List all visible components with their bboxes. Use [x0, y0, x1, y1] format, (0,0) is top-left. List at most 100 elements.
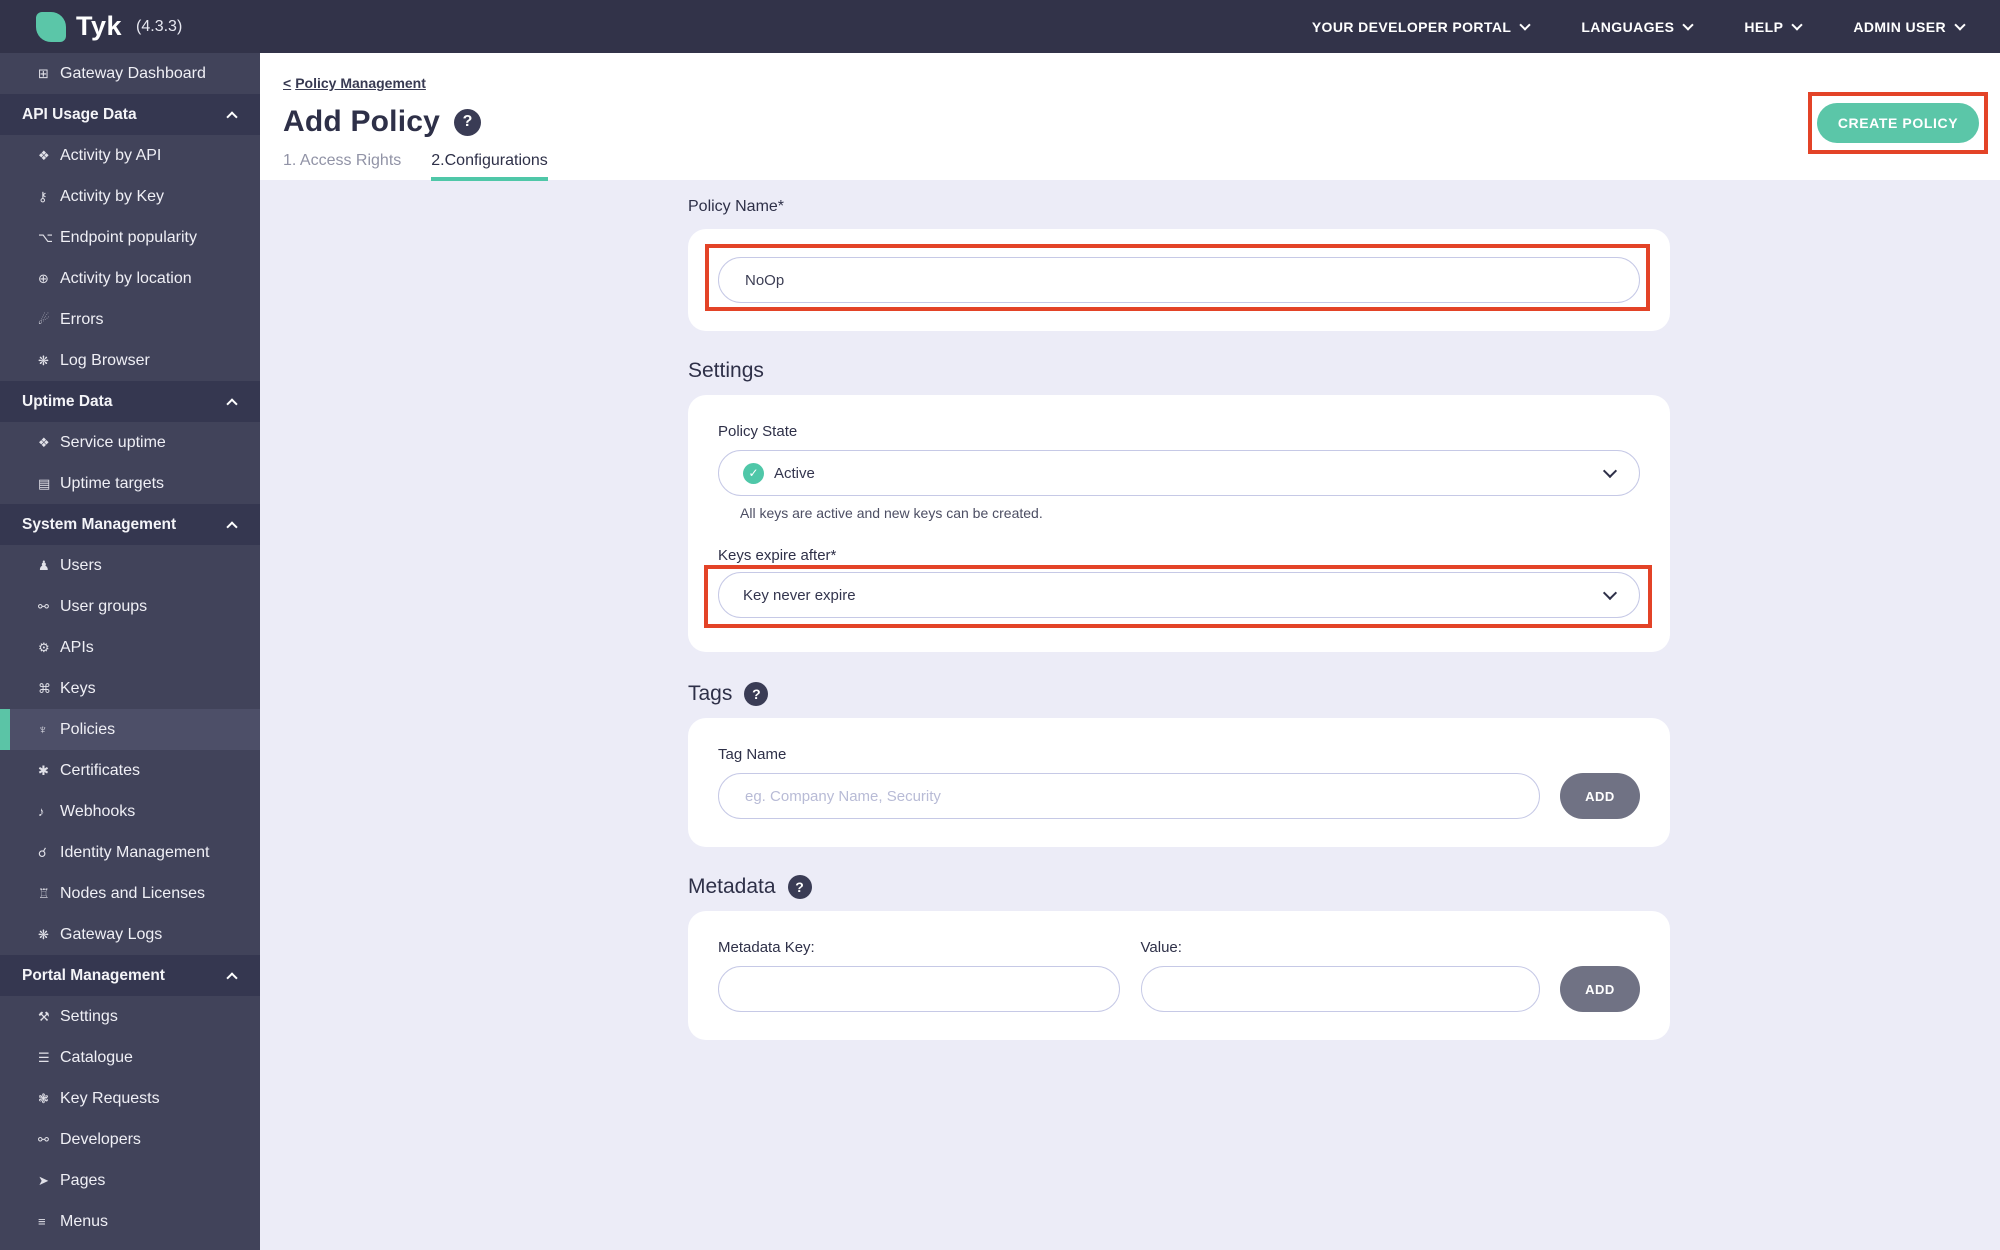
metadata-value-input[interactable]	[1140, 966, 1540, 1012]
sidebar-item-label: Catalogue	[60, 1048, 133, 1066]
sidebar-item-policies[interactable]: ♆ Policies	[0, 709, 260, 750]
sidebar-item-activity-by-api[interactable]: ❖ Activity by API	[0, 135, 260, 176]
breadcrumb[interactable]: < Policy Management	[283, 75, 426, 91]
policy-state-label: Policy State	[718, 423, 798, 440]
sidebar-item-gateway-logs[interactable]: ❋ Gateway Logs	[0, 914, 260, 955]
metadata-key-input[interactable]	[718, 966, 1120, 1012]
chevron-up-icon	[226, 520, 238, 533]
branch-icon: ⌥	[38, 229, 53, 245]
sidebar-item-nodes-and-licenses[interactable]: ♖ Nodes and Licenses	[0, 873, 260, 914]
sidebar-item-label: Activity by location	[60, 269, 192, 287]
sidebar-item-key-requests[interactable]: ❃ Key Requests	[0, 1078, 260, 1119]
sidebar-item-label: Key Requests	[60, 1089, 160, 1107]
create-policy-button[interactable]: CREATE POLICY	[1817, 103, 1979, 143]
keys-expire-select[interactable]: Key never expire	[718, 572, 1640, 618]
settings-heading: Settings	[688, 359, 764, 382]
chevron-down-icon	[1602, 463, 1618, 478]
tyk-logo-icon	[36, 11, 66, 42]
tags-help-icon[interactable]: ?	[744, 682, 769, 706]
back-chevron-icon: <	[283, 75, 292, 91]
key-icon: ⚷	[38, 188, 48, 204]
pages-icon: ➤	[38, 1172, 49, 1188]
sidebar-item-label: Activity by Key	[60, 187, 165, 205]
sidebar-item-certificates[interactable]: ✱ Certificates	[0, 750, 260, 791]
tag-name-input[interactable]	[718, 773, 1540, 819]
top-menu-languages[interactable]: LANGUAGES	[1581, 18, 1695, 35]
keys-expire-label: Keys expire after*	[718, 547, 837, 564]
tags-heading: Tags	[688, 682, 733, 705]
metadata-heading: Metadata	[688, 875, 776, 898]
sidebar-item-label: Pages	[60, 1171, 106, 1189]
sidebar-section-api-usage-data[interactable]: API Usage Data	[0, 94, 260, 135]
sidebar-item-errors[interactable]: ☄ Errors	[0, 299, 260, 340]
top-menu-bar: YOUR DEVELOPER PORTAL LANGUAGES HELP ADMIN …	[1312, 18, 1966, 35]
sidebar-item-settings[interactable]: ⚒ Settings	[0, 996, 260, 1037]
sidebar-item-user-groups[interactable]: ⚯ User groups	[0, 586, 260, 627]
sidebar-item-label: Users	[60, 556, 102, 574]
sidebar-item-developers[interactable]: ⚯ Developers	[0, 1119, 260, 1160]
tab-bar: 1. Access Rights 2.Configurations	[283, 152, 2000, 181]
sidebar-section-uptime-data[interactable]: Uptime Data	[0, 381, 260, 422]
sitemap-icon: ⌘	[38, 680, 51, 696]
sidebar-item-label: Keys	[60, 679, 96, 697]
chevron-down-icon	[1519, 18, 1531, 31]
policy-name-label: Policy Name*	[688, 198, 785, 215]
sidebar-item-menus[interactable]: ≡ Menus	[0, 1201, 260, 1242]
cubes-icon: ❖	[38, 434, 50, 450]
sidebar-item-pages[interactable]: ➤ Pages	[0, 1160, 260, 1201]
sidebar-item-apis[interactable]: ⚙ APIs	[0, 627, 260, 668]
sidebar-item-identity-management[interactable]: ☌ Identity Management	[0, 832, 260, 873]
tab-configurations[interactable]: 2.Configurations	[431, 152, 548, 181]
menus-icon: ≡	[38, 1214, 46, 1229]
sidebar-item-label: Webhooks	[60, 802, 136, 820]
settings-card: Policy State ✓ Active All keys are activ…	[688, 395, 1670, 652]
chevron-up-icon	[226, 110, 238, 123]
sidebar-item-label: Gateway Dashboard	[60, 64, 206, 82]
sidebar-item-webhooks[interactable]: ♪ Webhooks	[0, 791, 260, 832]
sidebar-item-label: Errors	[60, 310, 104, 328]
sidebar-item-label: Log Browser	[60, 351, 150, 369]
sidebar-item-activity-by-location[interactable]: ⊕ Activity by location	[0, 258, 260, 299]
sidebar-item-keys[interactable]: ⌘ Keys	[0, 668, 260, 709]
tyk-logo[interactable]: Tyk (4.3.3)	[36, 11, 182, 42]
sidebar-item-label: Nodes and Licenses	[60, 884, 205, 902]
add-tag-button[interactable]: ADD	[1560, 773, 1640, 819]
sidebar-item-log-browser[interactable]: ❋ Log Browser	[0, 340, 260, 381]
top-menu-label: ADMIN USER	[1853, 18, 1946, 35]
metadata-value-label: Value:	[1140, 939, 1182, 956]
wrench-icon: ⚒	[38, 1008, 50, 1024]
user-icon: ♟	[38, 557, 50, 573]
sidebar-section-label: System Management	[22, 515, 177, 533]
top-menu-admin-user[interactable]: ADMIN USER	[1853, 18, 1966, 35]
sidebar-item-label: Service uptime	[60, 433, 166, 451]
sidebar-item-users[interactable]: ♟ Users	[0, 545, 260, 586]
chevron-down-icon	[1791, 18, 1803, 31]
sidebar-item-catalogue[interactable]: ☰ Catalogue	[0, 1037, 260, 1078]
cogs-icon: ⚙	[38, 639, 50, 655]
sidebar-item-uptime-targets[interactable]: ▤ Uptime targets	[0, 463, 260, 504]
sidebar-section-portal-management[interactable]: Portal Management	[0, 955, 260, 996]
sidebar-item-endpoint-popularity[interactable]: ⌥ Endpoint popularity	[0, 217, 260, 258]
sidebar-section-system-management[interactable]: System Management	[0, 504, 260, 545]
policy-state-select[interactable]: ✓ Active	[718, 450, 1640, 496]
tab-access-rights[interactable]: 1. Access Rights	[283, 152, 401, 181]
sidebar-item-activity-by-key[interactable]: ⚷ Activity by Key	[0, 176, 260, 217]
version-label: (4.3.3)	[136, 17, 183, 35]
bomb-icon: ☄	[38, 311, 50, 327]
bell-icon: ♪	[38, 804, 45, 819]
chevron-down-icon	[1682, 18, 1695, 31]
sidebar-section-label: API Usage Data	[22, 105, 137, 123]
metadata-help-icon[interactable]: ?	[787, 875, 812, 899]
help-icon[interactable]: ?	[454, 108, 482, 136]
sidebar-item-gateway-dashboard[interactable]: ⊞ Gateway Dashboard	[0, 53, 260, 94]
policy-name-input[interactable]	[718, 257, 1640, 303]
sidebar-nav: ⊞ Gateway Dashboard API Usage Data ❖ Activit…	[0, 53, 260, 1250]
add-metadata-button[interactable]: ADD	[1560, 966, 1640, 1012]
key-request-icon: ❃	[38, 1090, 49, 1106]
sidebar-section-label: Portal Management	[22, 966, 165, 984]
policy-key-icon: ♆	[38, 722, 48, 737]
top-menu-your-developer-portal[interactable]: YOUR DEVELOPER PORTAL	[1312, 18, 1531, 35]
tags-card: Tag Name ADD	[688, 718, 1670, 847]
sidebar-item-service-uptime[interactable]: ❖ Service uptime	[0, 422, 260, 463]
top-menu-help[interactable]: HELP	[1744, 18, 1803, 35]
